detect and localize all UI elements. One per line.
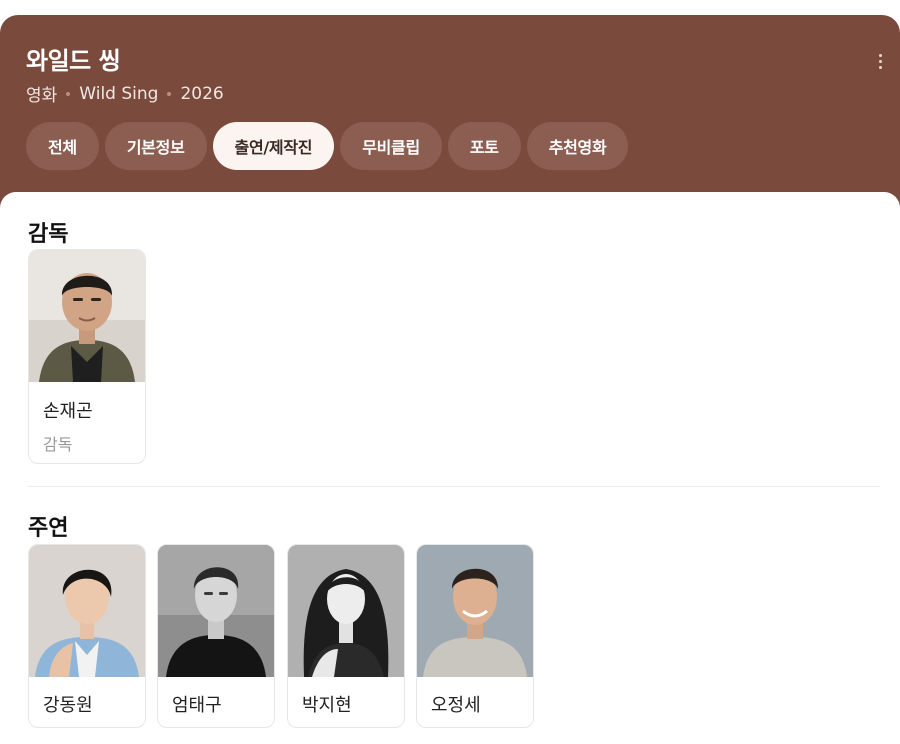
cast-crew-panel: 감독 손재곤 감독 주연 강동원 엄태구 박지현 오정세 xyxy=(0,192,900,744)
movie-english-title: Wild Sing xyxy=(79,83,159,104)
movie-title: 와일드 씽 xyxy=(26,47,121,75)
tab-bar: 전체 기본정보 출연/제작진 무비클립 포토 추천영화 xyxy=(26,122,629,170)
separator-dot xyxy=(167,91,172,96)
section-title-cast: 주연 xyxy=(28,516,69,541)
movie-header: 와일드 씽 영화 Wild Sing 2026 전체 기본정보 출연/제작진 무… xyxy=(0,15,900,215)
person-photo xyxy=(417,545,533,677)
person-photo xyxy=(29,250,145,382)
person-card-cast[interactable]: 강동원 xyxy=(28,544,146,728)
person-name: 박지현 xyxy=(302,695,352,716)
tab-recommended[interactable]: 추천영화 xyxy=(526,122,629,170)
person-photo xyxy=(158,545,274,677)
tab-photo[interactable]: 포토 xyxy=(447,122,521,170)
person-name: 손재곤 xyxy=(43,401,93,422)
person-name: 오정세 xyxy=(431,695,481,716)
person-card-director[interactable]: 손재곤 감독 xyxy=(28,249,146,464)
movie-year: 2026 xyxy=(180,83,224,104)
person-card-cast[interactable]: 박지현 xyxy=(287,544,405,728)
section-divider xyxy=(28,486,880,487)
tab-basic-info[interactable]: 기본정보 xyxy=(104,122,207,170)
section-title-director: 감독 xyxy=(28,222,69,247)
person-name: 엄태구 xyxy=(172,695,222,716)
person-photo xyxy=(288,545,404,677)
person-name: 강동원 xyxy=(43,695,93,716)
person-card-cast[interactable]: 엄태구 xyxy=(157,544,275,728)
page: 와일드 씽 영화 Wild Sing 2026 전체 기본정보 출연/제작진 무… xyxy=(0,0,900,744)
tab-all[interactable]: 전체 xyxy=(26,122,99,170)
person-card-cast[interactable]: 오정세 xyxy=(416,544,534,728)
movie-meta: 영화 Wild Sing 2026 xyxy=(26,81,224,107)
movie-type: 영화 xyxy=(26,86,58,106)
person-role: 감독 xyxy=(43,435,73,454)
person-photo xyxy=(29,545,145,677)
tab-cast-crew[interactable]: 출연/제작진 xyxy=(212,122,335,170)
separator-dot xyxy=(66,91,71,96)
more-vertical-icon[interactable] xyxy=(870,49,890,73)
tab-movie-clip[interactable]: 무비클립 xyxy=(340,122,442,170)
